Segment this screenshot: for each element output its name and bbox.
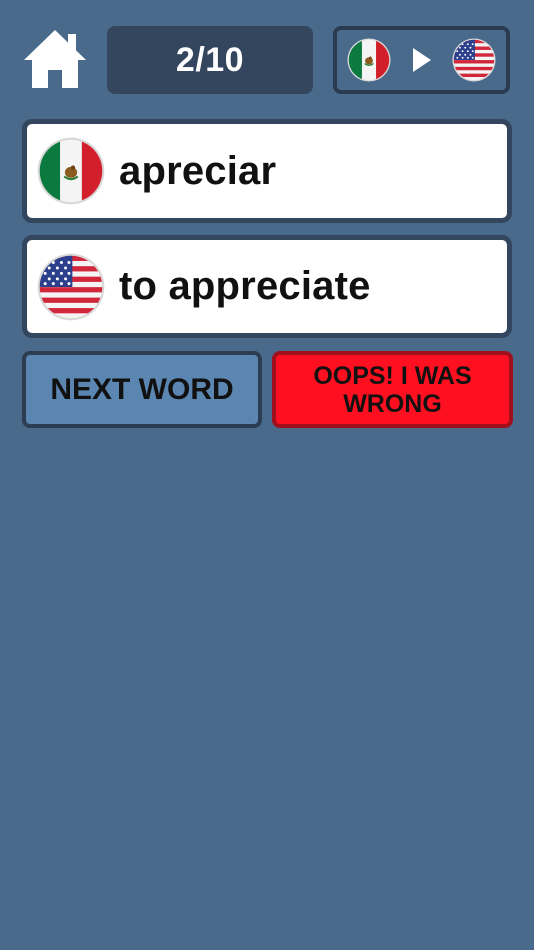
translation-card: to appreciate — [22, 235, 512, 338]
mexico-flag-icon — [37, 137, 105, 205]
wrong-answer-label: OOPS! I WAS WRONG — [313, 361, 472, 418]
usa-flag-icon — [37, 253, 105, 321]
play-arrow-icon — [412, 48, 431, 72]
source-word-card: apreciar — [22, 119, 512, 223]
language-direction-toggle[interactable] — [333, 26, 510, 94]
progress-counter: 2/10 — [107, 26, 313, 94]
translated-word: to appreciate — [119, 264, 371, 308]
wrong-answer-button[interactable]: OOPS! I WAS WRONG — [272, 351, 513, 428]
source-word: apreciar — [119, 148, 277, 193]
next-word-label: NEXT WORD — [50, 372, 234, 406]
progress-text: 2/10 — [175, 40, 245, 79]
mexico-flag-icon — [347, 38, 391, 82]
flashcard-screen: 2/10 apreciar to appreciate NEXT WORD OO… — [0, 0, 534, 950]
home-button[interactable] — [20, 26, 90, 92]
home-icon — [24, 30, 86, 88]
next-word-button[interactable]: NEXT WORD — [22, 351, 262, 428]
usa-flag-icon — [452, 38, 496, 82]
